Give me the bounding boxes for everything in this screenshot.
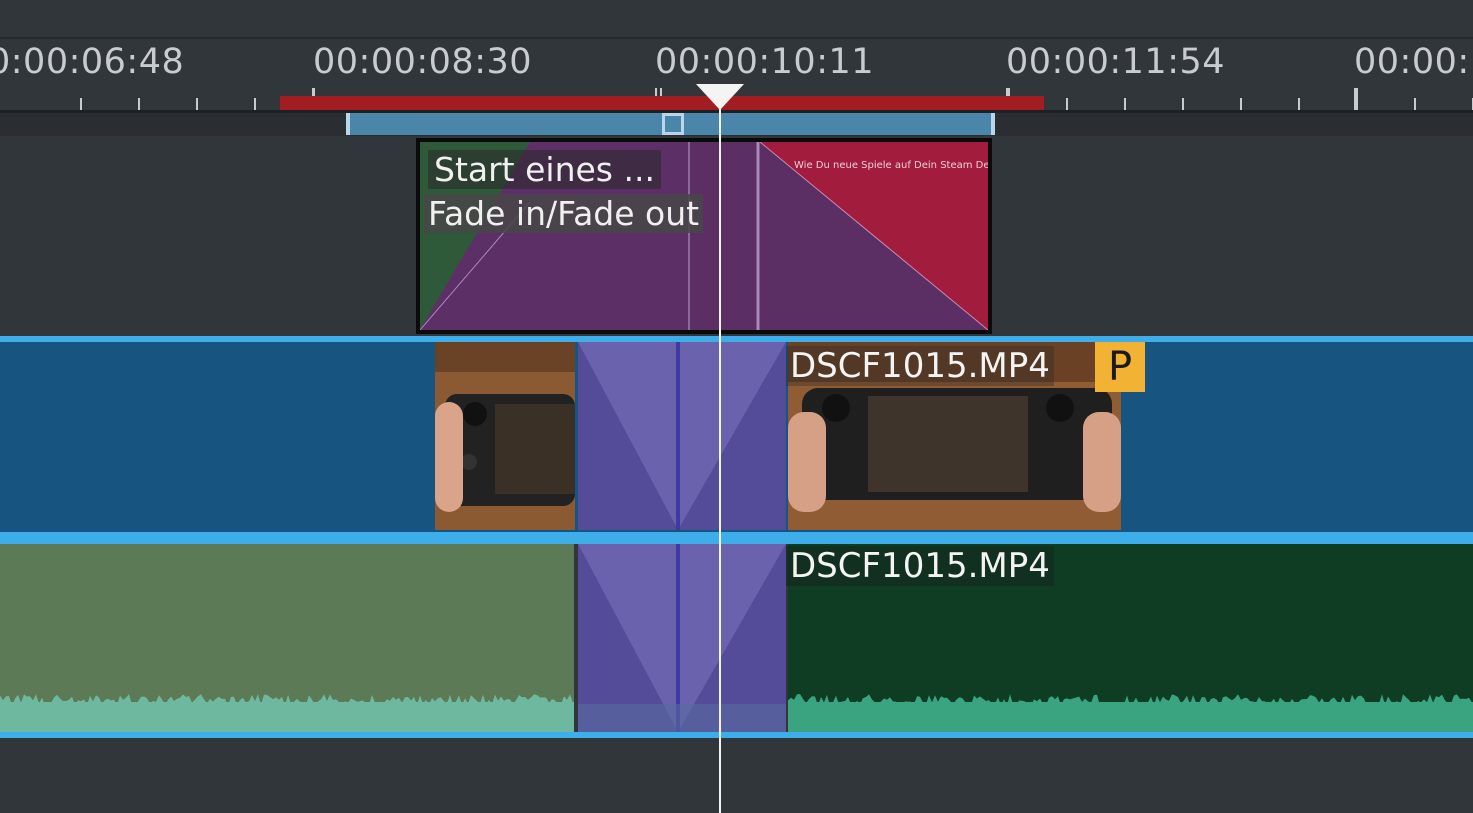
ruler-tick: [196, 98, 198, 110]
ruler-timecode: 00:00:10:11: [655, 42, 875, 82]
ruler-timecode: 00:00:: [1354, 42, 1470, 82]
zone-start-handle[interactable]: [346, 113, 350, 135]
empty-track-area: [0, 738, 1473, 813]
transition-video[interactable]: [578, 342, 786, 530]
ruler-timecode: 00:00:11:54: [1006, 42, 1226, 82]
title-clip-name: Start eines ...: [428, 150, 661, 189]
audio-clip-a[interactable]: [0, 544, 574, 732]
audio-clip-name: DSCF1015.MP4: [786, 546, 1054, 586]
ruler-tick: [80, 98, 82, 110]
proxy-badge: P: [1095, 342, 1145, 392]
ruler-tick: [138, 98, 140, 110]
title-thumbnail-text: Wie Du neue Spiele auf Dein Steam Deck: [794, 160, 992, 171]
ruler-tick: [1182, 98, 1184, 110]
transition-audio[interactable]: [578, 544, 786, 732]
video-clip-a[interactable]: [435, 342, 575, 530]
ruler-tick: [1356, 88, 1358, 110]
ruler-tick: [254, 98, 256, 110]
ruler-tick: [1066, 98, 1068, 110]
preview-render-range: [280, 96, 1044, 110]
ruler-timecode: 0:00:06:48: [0, 42, 185, 82]
zone-center-handle[interactable]: [662, 113, 684, 135]
playhead-marker-icon[interactable]: [696, 84, 744, 110]
ruler-tick: [1414, 98, 1416, 110]
title-clip[interactable]: Wie Du neue Spiele auf Dein Steam Deck S…: [416, 138, 992, 334]
ruler-tick: [1124, 98, 1126, 110]
ruler-tick: [1298, 98, 1300, 110]
ruler-tick: [1240, 98, 1242, 110]
ruler-timecode: 00:00:08:30: [313, 42, 533, 82]
title-clip-effect: Fade in/Fade out: [424, 194, 704, 233]
playhead-line[interactable]: [719, 98, 721, 813]
video-clip-name: DSCF1015.MP4: [786, 346, 1054, 386]
zone-end-handle[interactable]: [991, 113, 995, 135]
ruler-major-tick: [1354, 88, 1356, 110]
ruler-top-border: [0, 37, 1473, 39]
audio-waveform: [0, 694, 574, 732]
video-thumbnail: [435, 342, 575, 530]
